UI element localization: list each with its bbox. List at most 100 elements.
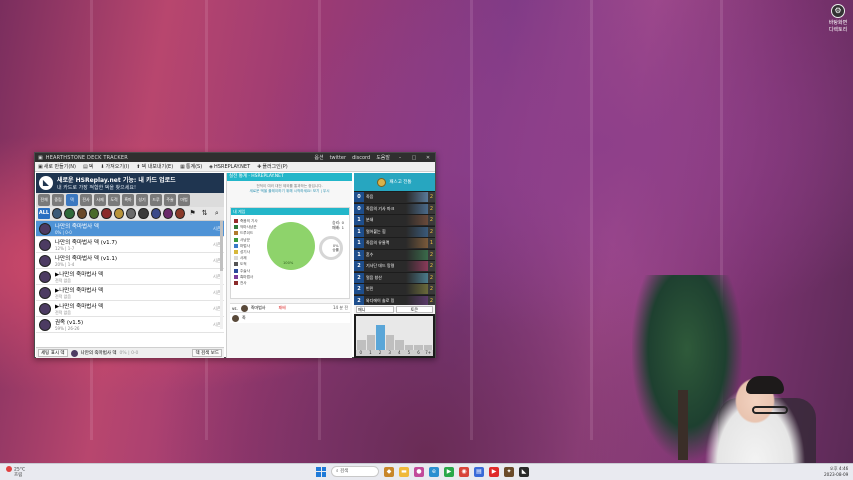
hero-icon-warlock[interactable] xyxy=(162,208,174,219)
match-row[interactable]: 죽 xyxy=(230,313,350,323)
token-button[interactable]: 토큰 xyxy=(395,306,433,313)
tag-icon[interactable]: ⚑ xyxy=(187,208,197,219)
class-filter-button[interactable]: 흑마 xyxy=(122,194,134,206)
menu-item[interactable]: ▦통계(S) xyxy=(180,163,202,170)
class-filter-button[interactable]: 중립 xyxy=(52,194,64,206)
options-link[interactable]: 옵션 xyxy=(314,154,323,161)
deck-list-item[interactable]: 권족 (v1.5) 59% | 26-26 시즌 xyxy=(36,317,224,333)
deck-tracker-icon[interactable]: ◣ xyxy=(519,466,529,477)
card-cost: 1 xyxy=(354,238,364,249)
mana-curve-tick: 1 xyxy=(369,350,372,355)
explorer-icon[interactable]: ▬ xyxy=(399,466,409,477)
hero-icon-dh[interactable] xyxy=(64,208,75,219)
match-row[interactable]: vs. 죽마법사 패배 14 분 전 xyxy=(230,303,350,313)
hero-icon-hunter[interactable] xyxy=(88,208,100,219)
photos-icon[interactable]: ● xyxy=(414,466,424,477)
deck-record: 20% | 1-4 xyxy=(55,262,75,267)
search-icon[interactable]: ⌕ xyxy=(212,208,222,219)
hero-icon-druid[interactable] xyxy=(76,208,87,219)
class-filter-button[interactable]: 사제 xyxy=(94,194,106,206)
card-row[interactable]: 0 죽음 2 xyxy=(354,192,435,203)
widgets-icon[interactable]: ◆ xyxy=(384,466,394,477)
class-filter-button[interactable]: 드루 xyxy=(150,194,162,206)
maximize-icon[interactable]: □ xyxy=(410,155,418,161)
chrome-icon[interactable]: ◉ xyxy=(459,466,469,477)
all-filter-button[interactable]: ALL xyxy=(38,208,51,219)
mana-curve-bar[interactable] xyxy=(395,340,404,350)
menu-item[interactable]: ⬇가져오기(I) xyxy=(100,163,129,170)
discord-link[interactable]: discord xyxy=(352,155,370,161)
hearthstone-icon[interactable]: ✦ xyxy=(504,466,514,477)
system-clock[interactable]: 오후 4:46 2023-08-09 xyxy=(824,466,848,477)
card-row[interactable]: 2 기사단 데드 망령 2 xyxy=(354,261,435,272)
mana-curve-bar[interactable] xyxy=(376,325,385,350)
deck-list-item[interactable]: 나만의 죽마법사 덱 (v1.7) 12% | 1-7 시즌 xyxy=(36,237,224,253)
clock-date: 2023-08-09 xyxy=(824,471,849,477)
deck-class-avatar xyxy=(39,238,51,251)
class-filter-button[interactable]: 덱 xyxy=(66,194,78,206)
mana-curve-bar[interactable] xyxy=(385,335,394,350)
card-row[interactable]: 1 얼어붙는 힘 2 xyxy=(354,226,435,237)
hsreplay-banner[interactable]: ◣ 새로운 HSReplay.net 기능: 내 카드 업로드 내 카드로 가장… xyxy=(36,173,224,193)
hero-icon-shaman[interactable] xyxy=(150,208,161,219)
hero-icon-dk[interactable] xyxy=(52,208,63,219)
my-games-header: 내 게임 xyxy=(231,208,349,215)
menu-item[interactable]: ◈HSREPLAY.NET xyxy=(209,164,250,170)
menu-item[interactable]: ⬆덱 내보내기(E) xyxy=(136,163,173,170)
weather-widget[interactable]: 25°C 흐림 xyxy=(6,466,25,478)
card-row[interactable]: 1 분쇄 2 xyxy=(354,215,435,226)
taskbar-search[interactable]: ⌕ 검색 xyxy=(331,466,379,477)
help-link[interactable]: 도움말 xyxy=(376,154,390,161)
edge-icon[interactable]: e xyxy=(429,466,439,477)
deck-class-avatar xyxy=(39,270,51,283)
hero-icon-warrior[interactable] xyxy=(175,208,186,219)
card-row[interactable]: 0 죽음의 기사 마크 2 xyxy=(354,203,435,214)
weather-condition: 흐림 xyxy=(14,472,23,478)
twitter-link[interactable]: twitter xyxy=(330,155,347,161)
deck-list-item[interactable]: ▶나만의 죽마법사 덱 전적 없음 시즌 xyxy=(36,269,224,285)
youtube-icon[interactable]: ▶ xyxy=(489,466,499,477)
card-row[interactable]: 2 빈민 2 xyxy=(354,284,435,295)
card-row[interactable]: 2 얼음 창산 2 xyxy=(354,272,435,283)
hero-icon-priest[interactable] xyxy=(125,208,137,219)
card-row[interactable]: 1 죽음의 유물맥 1 xyxy=(354,238,435,249)
windows-start-icon[interactable] xyxy=(316,466,326,477)
hero-icon-rogue[interactable] xyxy=(138,208,149,219)
deck-search-button[interactable]: 덱 검색 보드 xyxy=(192,349,222,357)
mana-curve-bar[interactable] xyxy=(357,340,366,350)
hero-icon-mage[interactable] xyxy=(101,208,112,219)
card-row[interactable]: 1 혼수 2 xyxy=(354,249,435,260)
class-filter-button[interactable]: 전체 xyxy=(38,194,50,206)
menu-item[interactable]: ▤덱 xyxy=(83,163,93,170)
deck-list-item[interactable]: 나만의 죽마법사 덱 0% | 0-0 시즌 xyxy=(36,221,224,237)
desktop-shortcut[interactable]: ⚙ 바탕화면 디렉토리 xyxy=(826,4,850,33)
notice-line2[interactable]: 세로운 덱을 플레이하기 위해 시작하세요! 보기 | 무시 xyxy=(227,189,352,194)
scroll-thumb[interactable] xyxy=(220,221,223,271)
hero-icon-paladin[interactable] xyxy=(113,208,124,219)
class-filter-button[interactable]: 주술 xyxy=(164,194,176,206)
class-filter-button[interactable]: 도적 xyxy=(108,194,120,206)
deck-list-item[interactable]: ▶나만의 죽마법사 덱 전적 없음 시즌 xyxy=(36,285,224,301)
deck-list-item[interactable]: 나만의 죽마법사 덱 (v1.1) 20% | 1-4 시즌 xyxy=(36,253,224,269)
minimize-icon[interactable]: – xyxy=(396,155,404,161)
class-filter-button[interactable]: 마법 xyxy=(178,194,190,206)
rock-streak xyxy=(590,0,593,440)
class-filter-button[interactable]: 전사 xyxy=(80,194,92,206)
deck-format-label: 패스고 전통 xyxy=(389,180,412,185)
card-list: 0 죽음 2 0 죽음의 기사 마크 2 1 분쇄 2 1 얼어붙는 힘 2 1 죽음의 유물맥 1 1 혼수 2… xyxy=(354,192,435,306)
deck-list-scrollbar[interactable] xyxy=(220,221,223,329)
store-icon[interactable]: ▤ xyxy=(474,466,484,477)
mana-curve-bar[interactable] xyxy=(366,335,375,350)
title-bar[interactable]: ▣ HEARTHSTONE DECK TRACKER 옵션 twitter di… xyxy=(35,153,435,162)
view-select[interactable]: 매니 xyxy=(356,306,394,313)
class-filter-button[interactable]: 성기 xyxy=(136,194,148,206)
legend-item: 전사 xyxy=(234,280,258,286)
rock-streak xyxy=(470,0,473,440)
close-icon[interactable]: ✕ xyxy=(424,155,432,161)
deck-list-item[interactable]: ▶나만의 죽마법사 덱 전적 없음 시즌 xyxy=(36,301,224,317)
sort-icon[interactable]: ⇅ xyxy=(200,208,210,219)
menu-item[interactable]: ✚플러그인(P) xyxy=(257,163,288,170)
show-deck-button[interactable]: 세팅 표시 덱 xyxy=(38,349,68,357)
menu-item[interactable]: ▣새로 만들기(N) xyxy=(38,163,76,170)
app-icon-green[interactable]: ▶ xyxy=(444,466,454,477)
